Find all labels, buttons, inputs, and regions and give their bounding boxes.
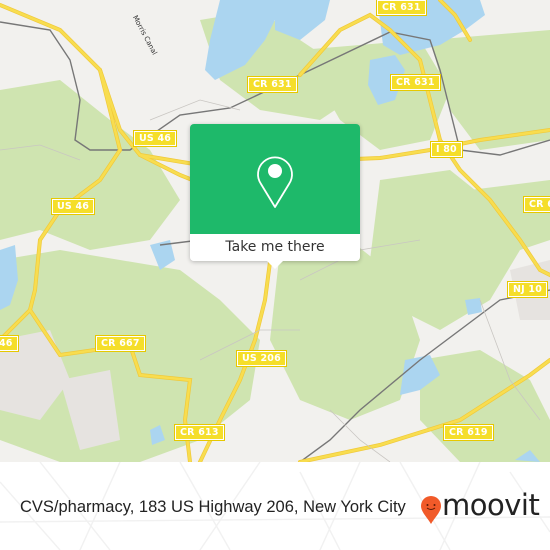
road-label-cr613: CR 613	[174, 424, 225, 441]
road-label-us46: US 46	[132, 130, 178, 147]
map-pin-icon	[257, 156, 293, 208]
road-label-cr631: CR 631	[390, 74, 441, 91]
road-label-cr631: CR 631	[376, 0, 427, 16]
moovit-wordmark: moovit	[442, 488, 540, 522]
map-view[interactable]: CR 631 CR 631 CR 631 US 46 US 46 46 I 80…	[0, 0, 550, 462]
popup-pointer	[267, 261, 283, 269]
road-label-cr6: CR 6	[522, 196, 550, 213]
moovit-pin-icon	[421, 496, 441, 524]
road-label-cr631: CR 631	[247, 76, 298, 93]
road-label-us46: US 46	[50, 198, 96, 215]
location-popup[interactable]: Take me there	[190, 124, 360, 269]
road-label-cr619: CR 619	[443, 424, 494, 441]
road-label-i80: I 80	[430, 141, 463, 158]
take-me-there-button[interactable]: Take me there	[190, 234, 360, 261]
road-label-cr667: CR 667	[95, 335, 146, 352]
road-label-nj10: NJ 10	[506, 281, 549, 298]
road-label-us46: 46	[0, 335, 19, 352]
place-title: CVS/pharmacy, 183 US Highway 206, New Yo…	[20, 498, 406, 516]
popup-header	[190, 124, 360, 234]
road-label-us206: US 206	[236, 350, 287, 367]
footer: CVS/pharmacy, 183 US Highway 206, New Yo…	[0, 462, 550, 550]
